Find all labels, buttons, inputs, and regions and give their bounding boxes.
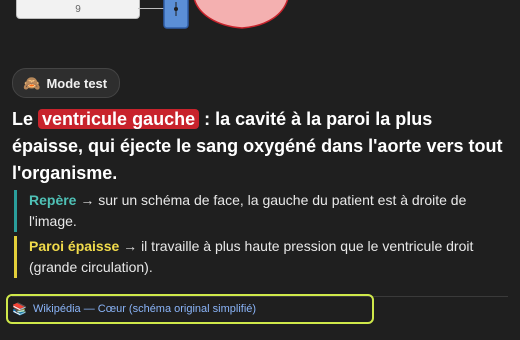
source-label: Wikipédia — Cœur (schéma original simpli…: [32, 303, 257, 315]
note-title: Repère: [29, 192, 77, 208]
heart-diagram: [163, 0, 289, 29]
note-repere: Repère → sur un schéma de face, la gauch…: [14, 190, 509, 232]
label-answer-value: 9: [75, 3, 81, 15]
arrow-icon: →: [80, 192, 95, 208]
source-link[interactable]: 📚 Wikipédia — Cœur (schéma original simp…: [6, 294, 374, 324]
heart-diagram-area: 9: [0, 0, 520, 30]
note-paroi-epaisse: Paroi épaisse → il travaille à plus haut…: [14, 236, 509, 278]
highlighted-term: ventricule gauche: [38, 109, 200, 129]
mode-test-label: Mode test: [46, 75, 108, 91]
headline-prefix: Le: [12, 109, 34, 129]
note-title: Paroi épaisse: [29, 238, 120, 254]
mode-test-toggle[interactable]: 🙈 Mode test: [12, 68, 121, 98]
label-answer-field[interactable]: 9: [16, 0, 140, 19]
book-icon: 📚: [12, 302, 27, 316]
definition-headline: Le ventricule gauche : la cavité à la pa…: [12, 106, 508, 187]
arrow-icon: →: [123, 238, 138, 254]
note-text: sur un schéma de face, la gauche du pati…: [29, 192, 467, 229]
heart-chamber-shape: [193, 0, 289, 29]
see-no-evil-monkey-icon: 🙈: [23, 74, 41, 91]
